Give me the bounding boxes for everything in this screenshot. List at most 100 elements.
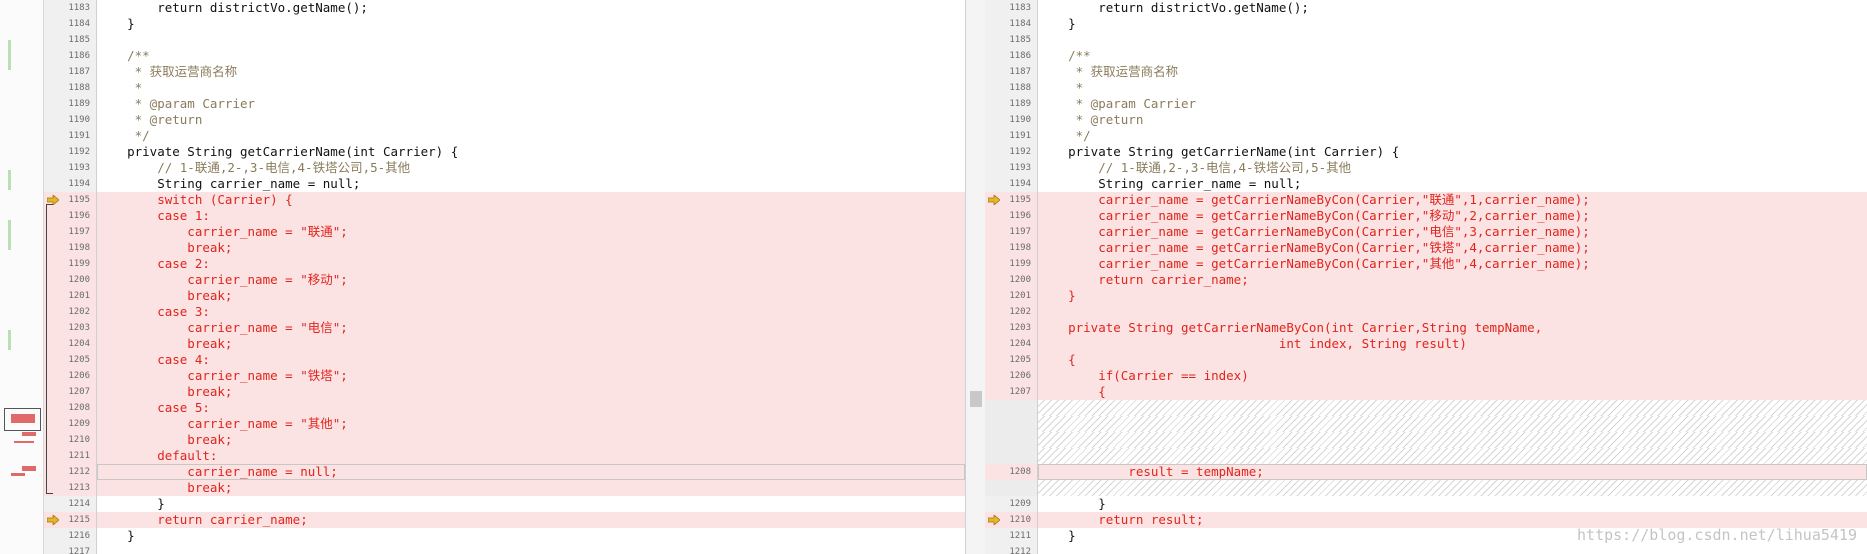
line-number: 1185: [985, 32, 1037, 48]
line-number-text: 1209: [1009, 499, 1031, 509]
code-line: carrier_name = "移动";: [97, 272, 965, 288]
code-line: {: [1038, 384, 1867, 400]
overview-change-marker: [8, 170, 11, 190]
code-line: case 3:: [97, 304, 965, 320]
line-number: 1186: [44, 48, 96, 64]
overview-diff-marker: [14, 441, 34, 443]
line-number-text: 1210: [68, 435, 90, 445]
diff-overview-bar[interactable]: [0, 0, 44, 554]
line-number-text: 1185: [68, 35, 90, 45]
diff-arrow-icon[interactable]: [988, 195, 1000, 205]
diff-placeholder-line: [1038, 448, 1867, 464]
line-number-text: 1199: [68, 259, 90, 269]
line-number: 1191: [985, 128, 1037, 144]
line-number: 1208: [985, 464, 1037, 480]
line-number-text: 1205: [1009, 355, 1031, 365]
code-line: private String getCarrierName(int Carrie…: [1038, 144, 1400, 159]
line-number-text: 1206: [68, 371, 90, 381]
line-number: [985, 448, 1037, 464]
line-number-text: 1200: [1009, 275, 1031, 285]
line-number-text: 1210: [1009, 515, 1031, 525]
left-editor-pane: 1183 1184 1185 1186 1187 1188 1189 1190 1191 1192…: [0, 0, 965, 554]
line-number: 1196: [985, 208, 1037, 224]
code-area[interactable]: return districtVo.getName(); } /** * 获取运…: [97, 0, 965, 554]
line-number: 1183: [985, 0, 1037, 16]
line-number: 1216: [44, 528, 96, 544]
code-line: carrier_name = getCarrierNameByCon(Carri…: [1038, 208, 1867, 224]
code-line: break;: [97, 336, 965, 352]
line-number-text: 1196: [1009, 211, 1031, 221]
code-line: * @param Carrier: [1038, 96, 1197, 111]
code-line: * @return: [97, 112, 203, 127]
line-number: [985, 480, 1037, 496]
pane-splitter[interactable]: [965, 0, 987, 554]
line-number: 1188: [985, 80, 1037, 96]
code-line: private String getCarrierNameByCon(int C…: [1038, 320, 1867, 336]
code-line: */: [97, 128, 150, 143]
code-line: carrier_name = "电信";: [97, 320, 965, 336]
line-number-text: 1195: [68, 195, 90, 205]
line-number: 1195: [985, 192, 1037, 208]
line-number-text: 1192: [68, 147, 90, 157]
right-editor-pane: 1183 1184 1185 1186 1187 1188 1189 1190 1191 1192…: [985, 0, 1867, 554]
line-number-text: 1215: [68, 515, 90, 525]
line-number: 1193: [985, 160, 1037, 176]
line-number-text: 1194: [1009, 179, 1031, 189]
line-number: 1194: [985, 176, 1037, 192]
line-number: 1189: [44, 96, 96, 112]
diff-placeholder-line: [1038, 432, 1867, 448]
line-number-text: 1195: [1009, 195, 1031, 205]
line-number-text: 1185: [1009, 35, 1031, 45]
code-area[interactable]: return districtVo.getName(); } /** * 获取运…: [1038, 0, 1867, 554]
code-line: carrier_name = null;: [97, 464, 965, 480]
line-number: 1205: [985, 352, 1037, 368]
code-line: // 1-联通,2-,3-电信,4-铁塔公司,5-其他: [97, 160, 411, 175]
line-number: [985, 432, 1037, 448]
code-line: carrier_name = "其他";: [97, 416, 965, 432]
line-number: 1217: [44, 544, 96, 554]
code-line: break;: [97, 288, 965, 304]
line-number: 1199: [985, 256, 1037, 272]
line-number: 1193: [44, 160, 96, 176]
line-number-text: 1191: [1009, 131, 1031, 141]
code-line: * @param Carrier: [97, 96, 256, 111]
code-line: * @return: [1038, 112, 1144, 127]
line-number-text: 1205: [68, 355, 90, 365]
code-line: }: [1038, 16, 1076, 31]
code-line: case 1:: [97, 208, 965, 224]
diff-arrow-icon[interactable]: [47, 515, 59, 525]
diff-placeholder-line: [1038, 416, 1867, 432]
line-number: 1185: [44, 32, 96, 48]
diff-arrow-icon[interactable]: [988, 515, 1000, 525]
line-number-text: 1196: [68, 211, 90, 221]
line-number: 1184: [985, 16, 1037, 32]
overview-viewport-box[interactable]: [4, 408, 41, 431]
code-line: carrier_name = getCarrierNameByCon(Carri…: [1038, 224, 1867, 240]
line-number: 1190: [985, 112, 1037, 128]
line-number: 1214: [44, 496, 96, 512]
overview-change-marker: [8, 40, 11, 70]
code-line: if(Carrier == index): [1038, 368, 1867, 384]
scrollbar-thumb[interactable]: [970, 391, 982, 407]
line-number: 1187: [985, 64, 1037, 80]
code-line: break;: [97, 480, 965, 496]
overview-change-marker: [8, 330, 11, 350]
code-line: carrier_name = getCarrierNameByCon(Carri…: [1038, 240, 1867, 256]
line-number-text: 1217: [68, 547, 90, 554]
code-line: // 1-联通,2-,3-电信,4-铁塔公司,5-其他: [1038, 160, 1352, 175]
line-number: 1209: [985, 496, 1037, 512]
line-number-text: 1211: [68, 451, 90, 461]
line-number: 1189: [985, 96, 1037, 112]
line-number-text: 1186: [1009, 51, 1031, 61]
line-number: 1215: [44, 512, 96, 528]
code-line: String carrier_name = null;: [97, 176, 361, 191]
code-line: int index, String result): [1038, 336, 1867, 352]
line-number: [985, 416, 1037, 432]
line-number-text: 1192: [1009, 147, 1031, 157]
line-number-text: 1184: [68, 19, 90, 29]
line-number: 1198: [985, 240, 1037, 256]
line-number: 1202: [985, 304, 1037, 320]
line-number-text: 1199: [1009, 259, 1031, 269]
